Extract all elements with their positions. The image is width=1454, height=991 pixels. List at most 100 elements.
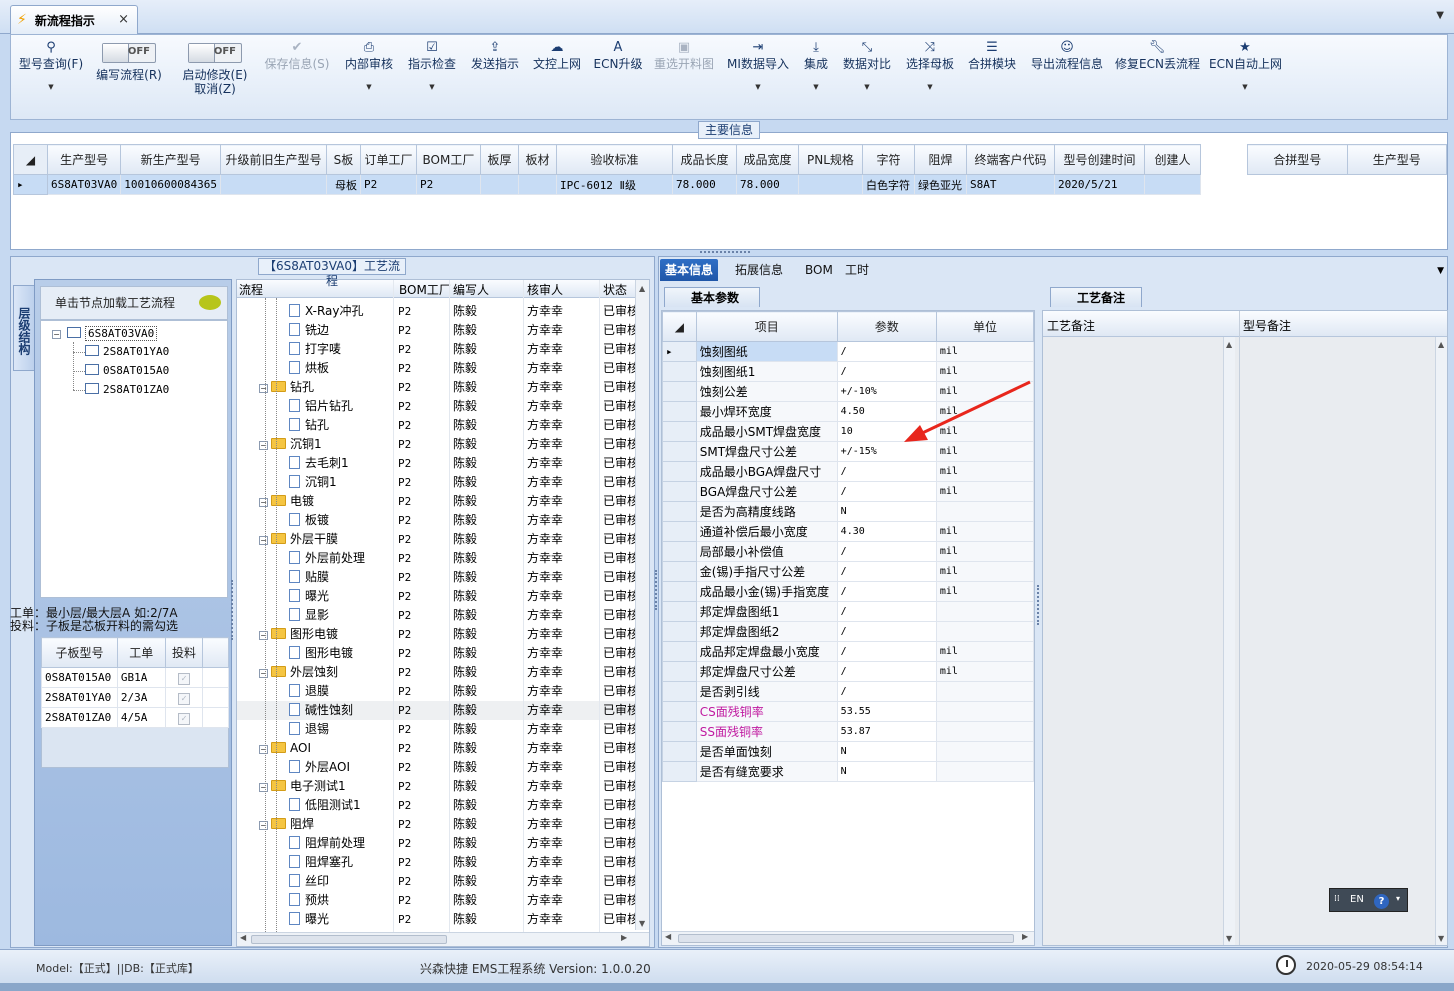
chevron-down-icon[interactable]: ▼ <box>1436 10 1444 21</box>
param-value-cell[interactable]: / <box>836 361 937 382</box>
column-header[interactable]: 创建人 <box>1143 144 1201 175</box>
table-row[interactable]: BGA焊盘尺寸公差 / mil <box>662 481 1034 502</box>
column-header[interactable]: 编写人 <box>453 281 489 298</box>
column-header[interactable]: 参数 <box>836 311 937 342</box>
arrow-up-icon[interactable]: ▲ <box>1438 340 1444 349</box>
column-header[interactable]: 流程 <box>239 281 263 298</box>
list-item[interactable]: 铣边 P2 陈毅 方幸幸 已审核 <box>237 321 637 340</box>
table-row[interactable]: 蚀刻图纸1/mil <box>662 361 1034 382</box>
language-indicator[interactable]: EN <box>1350 894 1364 905</box>
collapse-icon[interactable]: − <box>259 745 268 754</box>
chevron-down-icon[interactable]: ▼ <box>799 83 833 91</box>
table-cell[interactable]: S8AT <box>965 174 1055 195</box>
close-icon[interactable]: × <box>118 12 129 27</box>
arrow-down-icon[interactable]: ▼ <box>1226 934 1232 943</box>
table-row[interactable]: 2S8AT01YA0 2/3A ✓ <box>41 687 229 708</box>
toggle-switch[interactable]: OFF <box>188 43 242 63</box>
table-row[interactable]: ▸ 6S8AT03VA0 10010600084365 母板 P2 P2 IPC-6012 … <box>13 174 1201 195</box>
chevron-down-icon[interactable]: ▼ <box>1209 83 1281 91</box>
table-row[interactable]: 邦定焊盘图纸2/ <box>662 621 1034 642</box>
table-cell[interactable] <box>797 174 863 195</box>
param-value-cell[interactable]: / <box>836 561 937 582</box>
param-value-cell[interactable]: / <box>836 621 937 642</box>
list-item[interactable]: − 阻焊 P2 陈毅 方幸幸 已审核 <box>237 815 637 834</box>
param-value-cell[interactable]: +/-10% <box>836 381 937 402</box>
param-value-cell[interactable]: +/-15% <box>836 441 937 462</box>
export-flow-info-button[interactable]: ☺ 导出流程信息 <box>1029 39 1105 117</box>
model-query-button[interactable]: ⚲ 型号查询(F) ▼ <box>17 39 85 117</box>
list-item[interactable]: − 钻孔 P2 陈毅 方幸幸 已审核 <box>237 378 637 397</box>
column-header[interactable]: PNL规格 <box>797 144 863 175</box>
internal-review-button[interactable]: ⎙ 内部审核 ▼ <box>343 39 395 117</box>
list-item[interactable]: − 外层干膜 P2 陈毅 方幸幸 已审核 <box>237 530 637 549</box>
table-row[interactable]: 最小焊环宽度 4.50 mil <box>662 401 1034 422</box>
table-row[interactable]: 通道补偿后最小宽度 4.30 mil <box>662 521 1034 542</box>
list-item[interactable]: 烘板 P2 陈毅 方幸幸 已审核 <box>237 359 637 378</box>
table-cell[interactable]: 2020/5/21 <box>1053 174 1145 195</box>
list-item[interactable]: 钻孔 P2 陈毅 方幸幸 已审核 <box>237 416 637 435</box>
param-value-cell[interactable]: / <box>836 641 937 662</box>
collapse-icon[interactable]: − <box>259 441 268 450</box>
column-header[interactable]: 子板型号 <box>41 637 118 668</box>
param-value-cell[interactable]: 53.87 <box>836 721 937 742</box>
column-header[interactable]: 生产型号 <box>1346 144 1447 175</box>
send-instruction-button[interactable]: ⇪ 发送指示 <box>469 39 521 117</box>
collapse-icon[interactable]: − <box>259 783 268 792</box>
column-header[interactable]: 工艺备注 <box>1047 317 1095 334</box>
list-item[interactable]: − AOI P2 陈毅 方幸幸 已审核 <box>237 739 637 758</box>
param-value-cell[interactable]: / <box>836 481 937 502</box>
list-item[interactable]: 阻焊前处理 P2 陈毅 方幸幸 已审核 <box>237 834 637 853</box>
chevron-down-icon[interactable]: ▼ <box>17 83 85 91</box>
column-header[interactable]: 板材 <box>517 144 557 175</box>
table-cell[interactable] <box>517 174 557 195</box>
list-item[interactable]: − 电镀 P2 陈毅 方幸幸 已审核 <box>237 492 637 511</box>
table-row[interactable]: 成品最小SMT焊盘宽度 10 mil <box>662 421 1034 442</box>
list-item[interactable]: 贴膜 P2 陈毅 方幸幸 已审核 <box>237 568 637 587</box>
table-cell[interactable]: IPC-6012 Ⅱ级 <box>555 174 673 195</box>
param-value-cell[interactable]: 10 <box>836 421 937 442</box>
list-item[interactable]: X-Ray冲孔 P2 陈毅 方幸幸 已审核 <box>237 302 637 321</box>
data-compare-button[interactable]: ⤡ 数据对比 ▼ <box>839 39 895 117</box>
collapse-icon[interactable]: − <box>259 669 268 678</box>
table-row[interactable]: 0S8AT015A0 GB1A ✓ <box>41 667 229 688</box>
table-cell[interactable]: 10010600084365 <box>120 174 221 195</box>
param-value-cell[interactable]: / <box>836 461 937 482</box>
arrow-right-icon[interactable]: ▶ <box>621 933 627 942</box>
column-header[interactable]: 状态 <box>603 281 627 298</box>
tree-node-root[interactable]: 6S8AT03VA0 <box>67 326 158 342</box>
horizontal-scrollbar[interactable]: ◀ ▶ <box>662 931 1034 945</box>
reselect-cutting-chart-button[interactable]: ▣ 重选开料图 <box>651 39 717 117</box>
column-header[interactable]: 板厚 <box>479 144 519 175</box>
column-header[interactable]: 合拼型号 <box>1247 144 1348 175</box>
column-header[interactable]: 订单工厂 <box>359 144 417 175</box>
chevron-down-icon[interactable]: ▼ <box>1437 266 1444 276</box>
param-value-cell[interactable]: / <box>836 541 937 562</box>
param-value-cell[interactable]: N <box>836 741 937 762</box>
list-item[interactable]: 低阻测试1 P2 陈毅 方幸幸 已审核 <box>237 796 637 815</box>
language-bar[interactable]: ⁞⁞ EN ? ▾ <box>1329 888 1408 912</box>
vertical-scrollbar[interactable]: ▲ ▼ <box>1435 337 1447 945</box>
arrow-down-icon[interactable]: ▼ <box>639 919 645 928</box>
list-item[interactable]: 阻焊塞孔 P2 陈毅 方幸幸 已审核 <box>237 853 637 872</box>
tab-basic-info[interactable]: 基本信息 <box>660 259 719 281</box>
choose-mother-board-button[interactable]: ⤨ 选择母板 ▼ <box>903 39 957 117</box>
arrow-left-icon[interactable]: ◀ <box>665 932 671 941</box>
column-header[interactable]: 验收标准 <box>555 144 673 175</box>
mi-data-import-button[interactable]: ⇥ MI数据导入 ▼ <box>725 39 791 117</box>
integrate-button[interactable]: ⤓ 集成 ▼ <box>799 39 833 117</box>
param-value-cell[interactable]: N <box>836 501 937 522</box>
column-header[interactable]: 核审人 <box>527 281 563 298</box>
list-item[interactable]: 丝印 P2 陈毅 方幸幸 已审核 <box>237 872 637 891</box>
table-row[interactable]: 是否有缝宽要求 N <box>662 761 1034 782</box>
table-row[interactable]: 是否剥引线 / <box>662 681 1034 702</box>
table-row[interactable]: 金(锡)手指尺寸公差 / mil <box>662 561 1034 582</box>
list-item[interactable]: 曝光 P2 陈毅 方幸幸 已审核 <box>237 910 637 929</box>
vertical-scrollbar[interactable]: ▲ ▼ <box>1223 337 1235 945</box>
column-header[interactable]: 型号备注 <box>1243 317 1291 334</box>
table-cell[interactable] <box>1143 174 1201 195</box>
param-value-cell[interactable]: / <box>836 601 937 622</box>
column-header[interactable]: 生产型号 <box>46 144 122 175</box>
column-header[interactable]: 工单 <box>116 637 166 668</box>
splitter-handle[interactable] <box>1037 585 1040 625</box>
list-item[interactable]: − 电子测试1 P2 陈毅 方幸幸 已审核 <box>237 777 637 796</box>
